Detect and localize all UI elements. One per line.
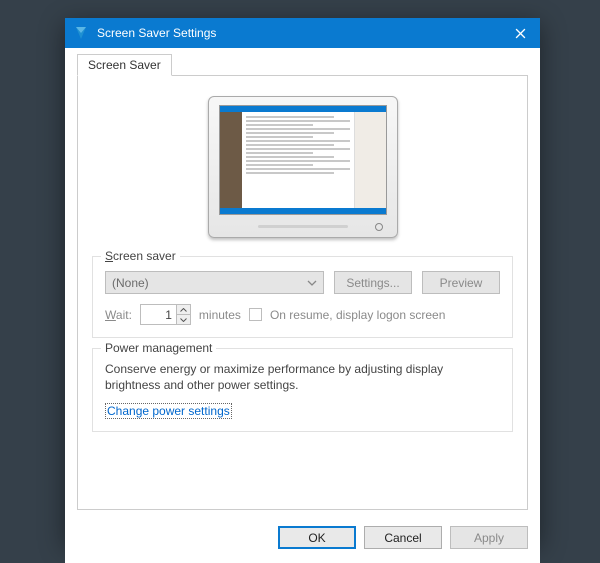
resume-label: On resume, display logon screen: [270, 308, 445, 322]
chevron-down-icon: [307, 277, 317, 291]
screensaver-select[interactable]: (None): [105, 271, 324, 294]
dialog-footer: OK Cancel Apply: [65, 516, 540, 563]
screensaver-group: Screen saver (None) Settings... Preview …: [92, 256, 513, 338]
preview-area: [92, 90, 513, 256]
resume-checkbox[interactable]: [249, 308, 262, 321]
change-power-settings-link[interactable]: Change power settings: [105, 403, 232, 419]
screen-saver-dialog: Screen Saver Settings Screen Saver: [65, 18, 540, 543]
settings-button: Settings...: [334, 271, 412, 294]
screensaver-selected-value: (None): [112, 276, 149, 290]
wait-input[interactable]: [140, 304, 176, 325]
tabstrip: Screen Saver: [77, 54, 528, 76]
close-icon: [515, 28, 526, 39]
spinner-up-button[interactable]: [176, 304, 191, 314]
wait-unit-label: minutes: [199, 308, 241, 322]
tab-panel: Screen saver (None) Settings... Preview …: [77, 75, 528, 510]
power-description: Conserve energy or maximize performance …: [105, 361, 500, 393]
monitor-screen: [219, 105, 387, 215]
screensaver-group-title: Screen saver: [101, 249, 180, 263]
chevron-up-icon: [180, 308, 187, 312]
window-title: Screen Saver Settings: [97, 26, 500, 40]
dialog-body: Screen Saver: [65, 48, 540, 516]
chevron-down-icon: [180, 318, 187, 322]
close-button[interactable]: [500, 18, 540, 48]
monitor-preview: [208, 96, 398, 238]
apply-button: Apply: [450, 526, 528, 549]
power-group: Power management Conserve energy or maxi…: [92, 348, 513, 432]
cancel-button[interactable]: Cancel: [364, 526, 442, 549]
wait-spinner[interactable]: [140, 304, 191, 325]
app-icon: [73, 25, 89, 41]
preview-button: Preview: [422, 271, 500, 294]
ok-button[interactable]: OK: [278, 526, 356, 549]
power-group-title: Power management: [101, 341, 216, 355]
titlebar: Screen Saver Settings: [65, 18, 540, 48]
wait-label: Wait:: [105, 308, 132, 322]
spinner-down-button[interactable]: [176, 314, 191, 325]
tab-screen-saver[interactable]: Screen Saver: [77, 54, 172, 76]
